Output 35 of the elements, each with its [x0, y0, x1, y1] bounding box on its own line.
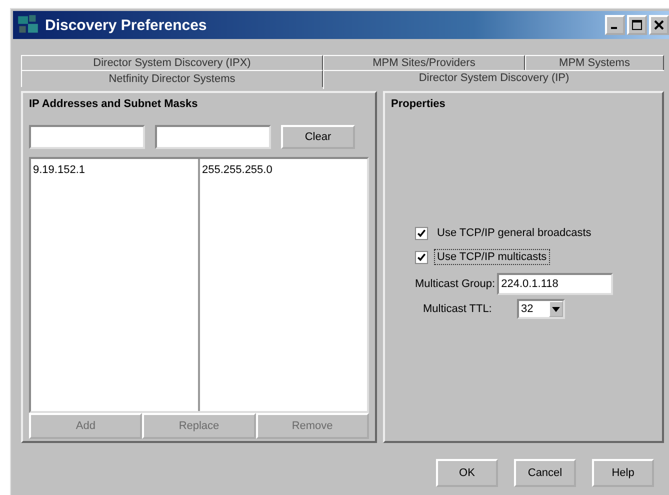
- window-title: Discovery Preferences: [45, 16, 208, 34]
- ttl-dropdown[interactable]: 32: [517, 299, 565, 319]
- dialog-button[interactable]: OK: [436, 459, 498, 487]
- tab[interactable]: MPM Systems: [525, 55, 664, 70]
- field-label: Multicast Group:: [415, 278, 496, 290]
- maximize-icon: [632, 20, 642, 30]
- tab[interactable]: Director System Discovery (IPX): [21, 55, 323, 70]
- address-field[interactable]: [29, 125, 145, 149]
- field-label: Multicast TTL:: [423, 303, 493, 315]
- dropdown-value: 32: [520, 303, 534, 315]
- dropdown-button[interactable]: [549, 301, 563, 317]
- mask-field[interactable]: [155, 125, 271, 149]
- checkbox[interactable]: [415, 226, 428, 240]
- checkbox-label: Use TCP/IP general broadcasts: [436, 226, 592, 241]
- panel-title: Properties: [391, 97, 446, 112]
- close-button[interactable]: [649, 15, 669, 35]
- multicast-group-field[interactable]: 224.0.1.118: [497, 273, 614, 295]
- checkbox-label: Use TCP/IP multicasts: [434, 249, 550, 265]
- maximize-button[interactable]: [627, 15, 647, 35]
- tab[interactable]: Netfinity Director Systems: [21, 70, 323, 87]
- list-item[interactable]: 9.19.152.1: [33, 163, 196, 177]
- tab[interactable]: MPM Sites/Providers: [323, 55, 525, 70]
- minimize-button[interactable]: [605, 15, 625, 35]
- dialog-button[interactable]: Cancel: [514, 459, 576, 487]
- close-icon: [654, 20, 664, 30]
- address-list[interactable]: 9.19.152.1: [31, 159, 198, 411]
- checkbox[interactable]: [415, 250, 428, 264]
- dialog-button[interactable]: Help: [592, 459, 654, 487]
- panel-title: IP Addresses and Subnet Masks: [29, 97, 199, 112]
- tab[interactable]: Director System Discovery (IP): [323, 70, 664, 89]
- mask-list[interactable]: 255.255.255.0: [198, 159, 367, 411]
- minimize-icon: [611, 27, 617, 29]
- clear-button[interactable]: Clear: [281, 125, 355, 149]
- list-item[interactable]: 255.255.255.0: [202, 163, 365, 177]
- caret-icon: [552, 306, 560, 312]
